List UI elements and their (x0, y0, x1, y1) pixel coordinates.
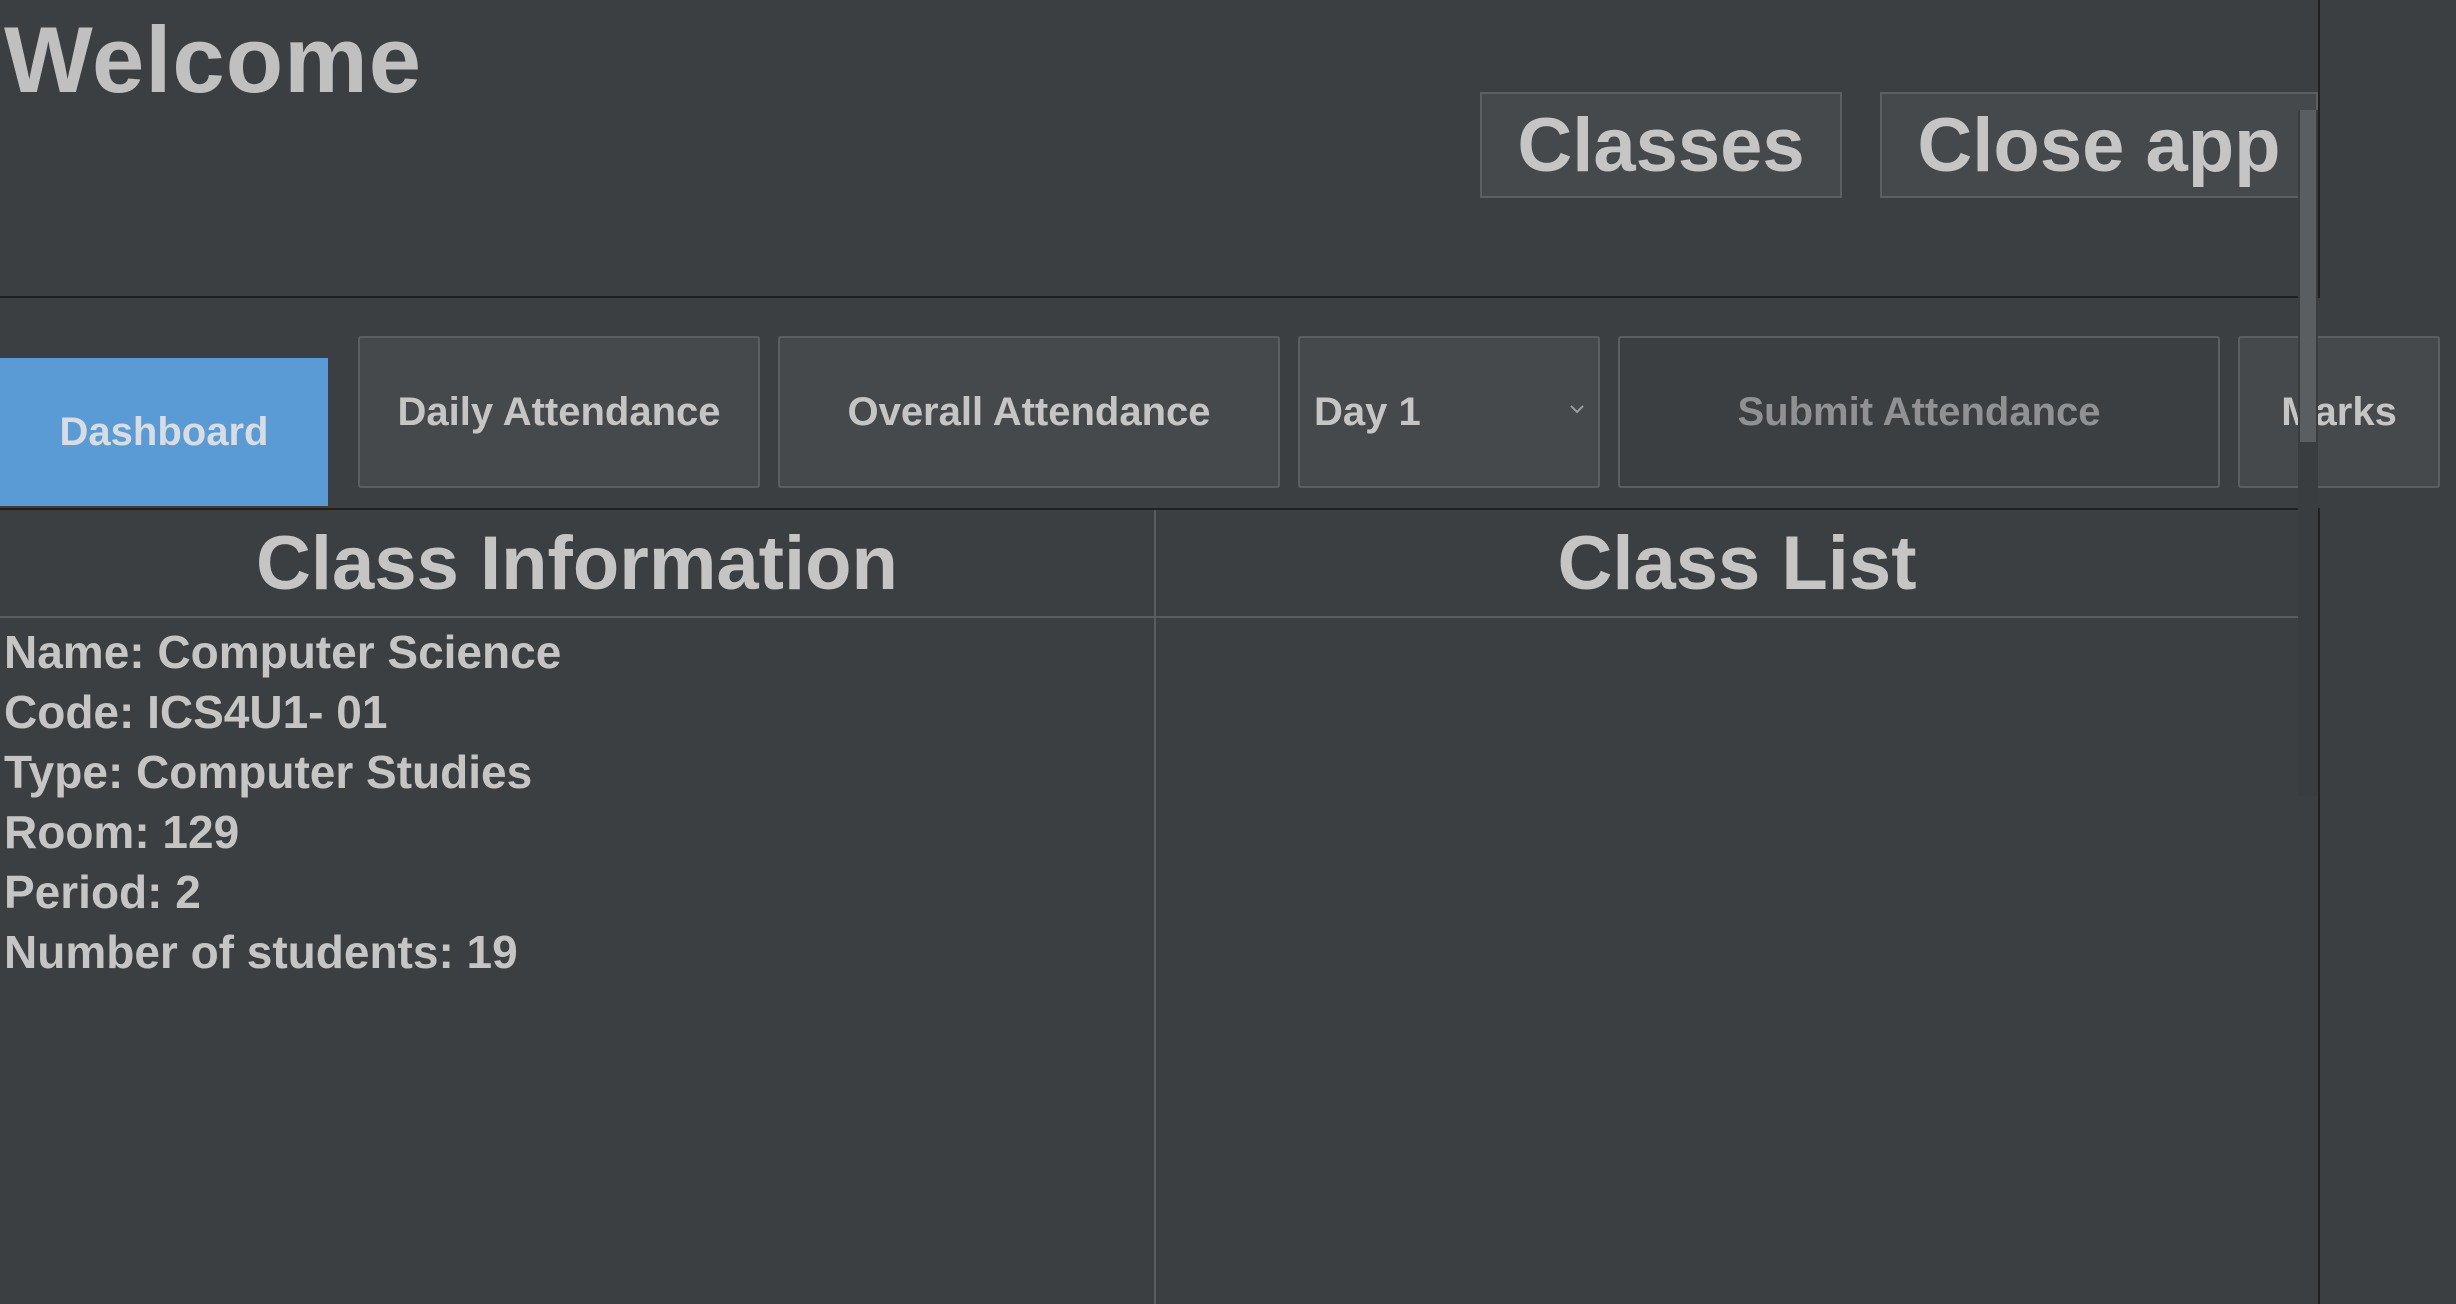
class-information-list: Name: Computer Science Code: ICS4U1- 01 … (4, 622, 1144, 982)
marks-button[interactable]: Marks (2238, 336, 2440, 488)
main-content: Class Information Class List Name: Compu… (0, 508, 2320, 1304)
overall-attendance-button[interactable]: Overall Attendance (778, 336, 1280, 488)
class-list[interactable] (1156, 620, 2298, 1304)
app-header: Welcome Classes Close app (0, 0, 2320, 298)
class-information-heading: Class Information (0, 510, 1154, 618)
day-select[interactable]: Day 1 (1298, 336, 1600, 488)
class-list-heading: Class List (1156, 510, 2318, 618)
classes-button[interactable]: Classes (1480, 92, 1842, 198)
tab-dashboard[interactable]: Dashboard (0, 358, 328, 506)
class-student-count: Number of students: 19 (4, 926, 518, 978)
nav-toolbar: Dashboard Daily Attendance Overall Atten… (0, 336, 2456, 508)
submit-attendance-button[interactable]: Submit Attendance (1618, 336, 2220, 488)
class-period: Period: 2 (4, 866, 201, 918)
class-list-scroll-thumb[interactable] (2300, 110, 2316, 442)
class-code: Code: ICS4U1- 01 (4, 686, 388, 738)
day-select-value: Day 1 (1314, 389, 1421, 434)
class-room: Room: 129 (4, 806, 240, 858)
class-name: Name: Computer Science (4, 626, 562, 678)
chevron-down-icon (1570, 405, 1584, 414)
daily-attendance-button[interactable]: Daily Attendance (358, 336, 760, 488)
class-type: Type: Computer Studies (4, 746, 533, 798)
close-app-button[interactable]: Close app (1880, 92, 2318, 198)
welcome-title: Welcome (4, 7, 422, 112)
